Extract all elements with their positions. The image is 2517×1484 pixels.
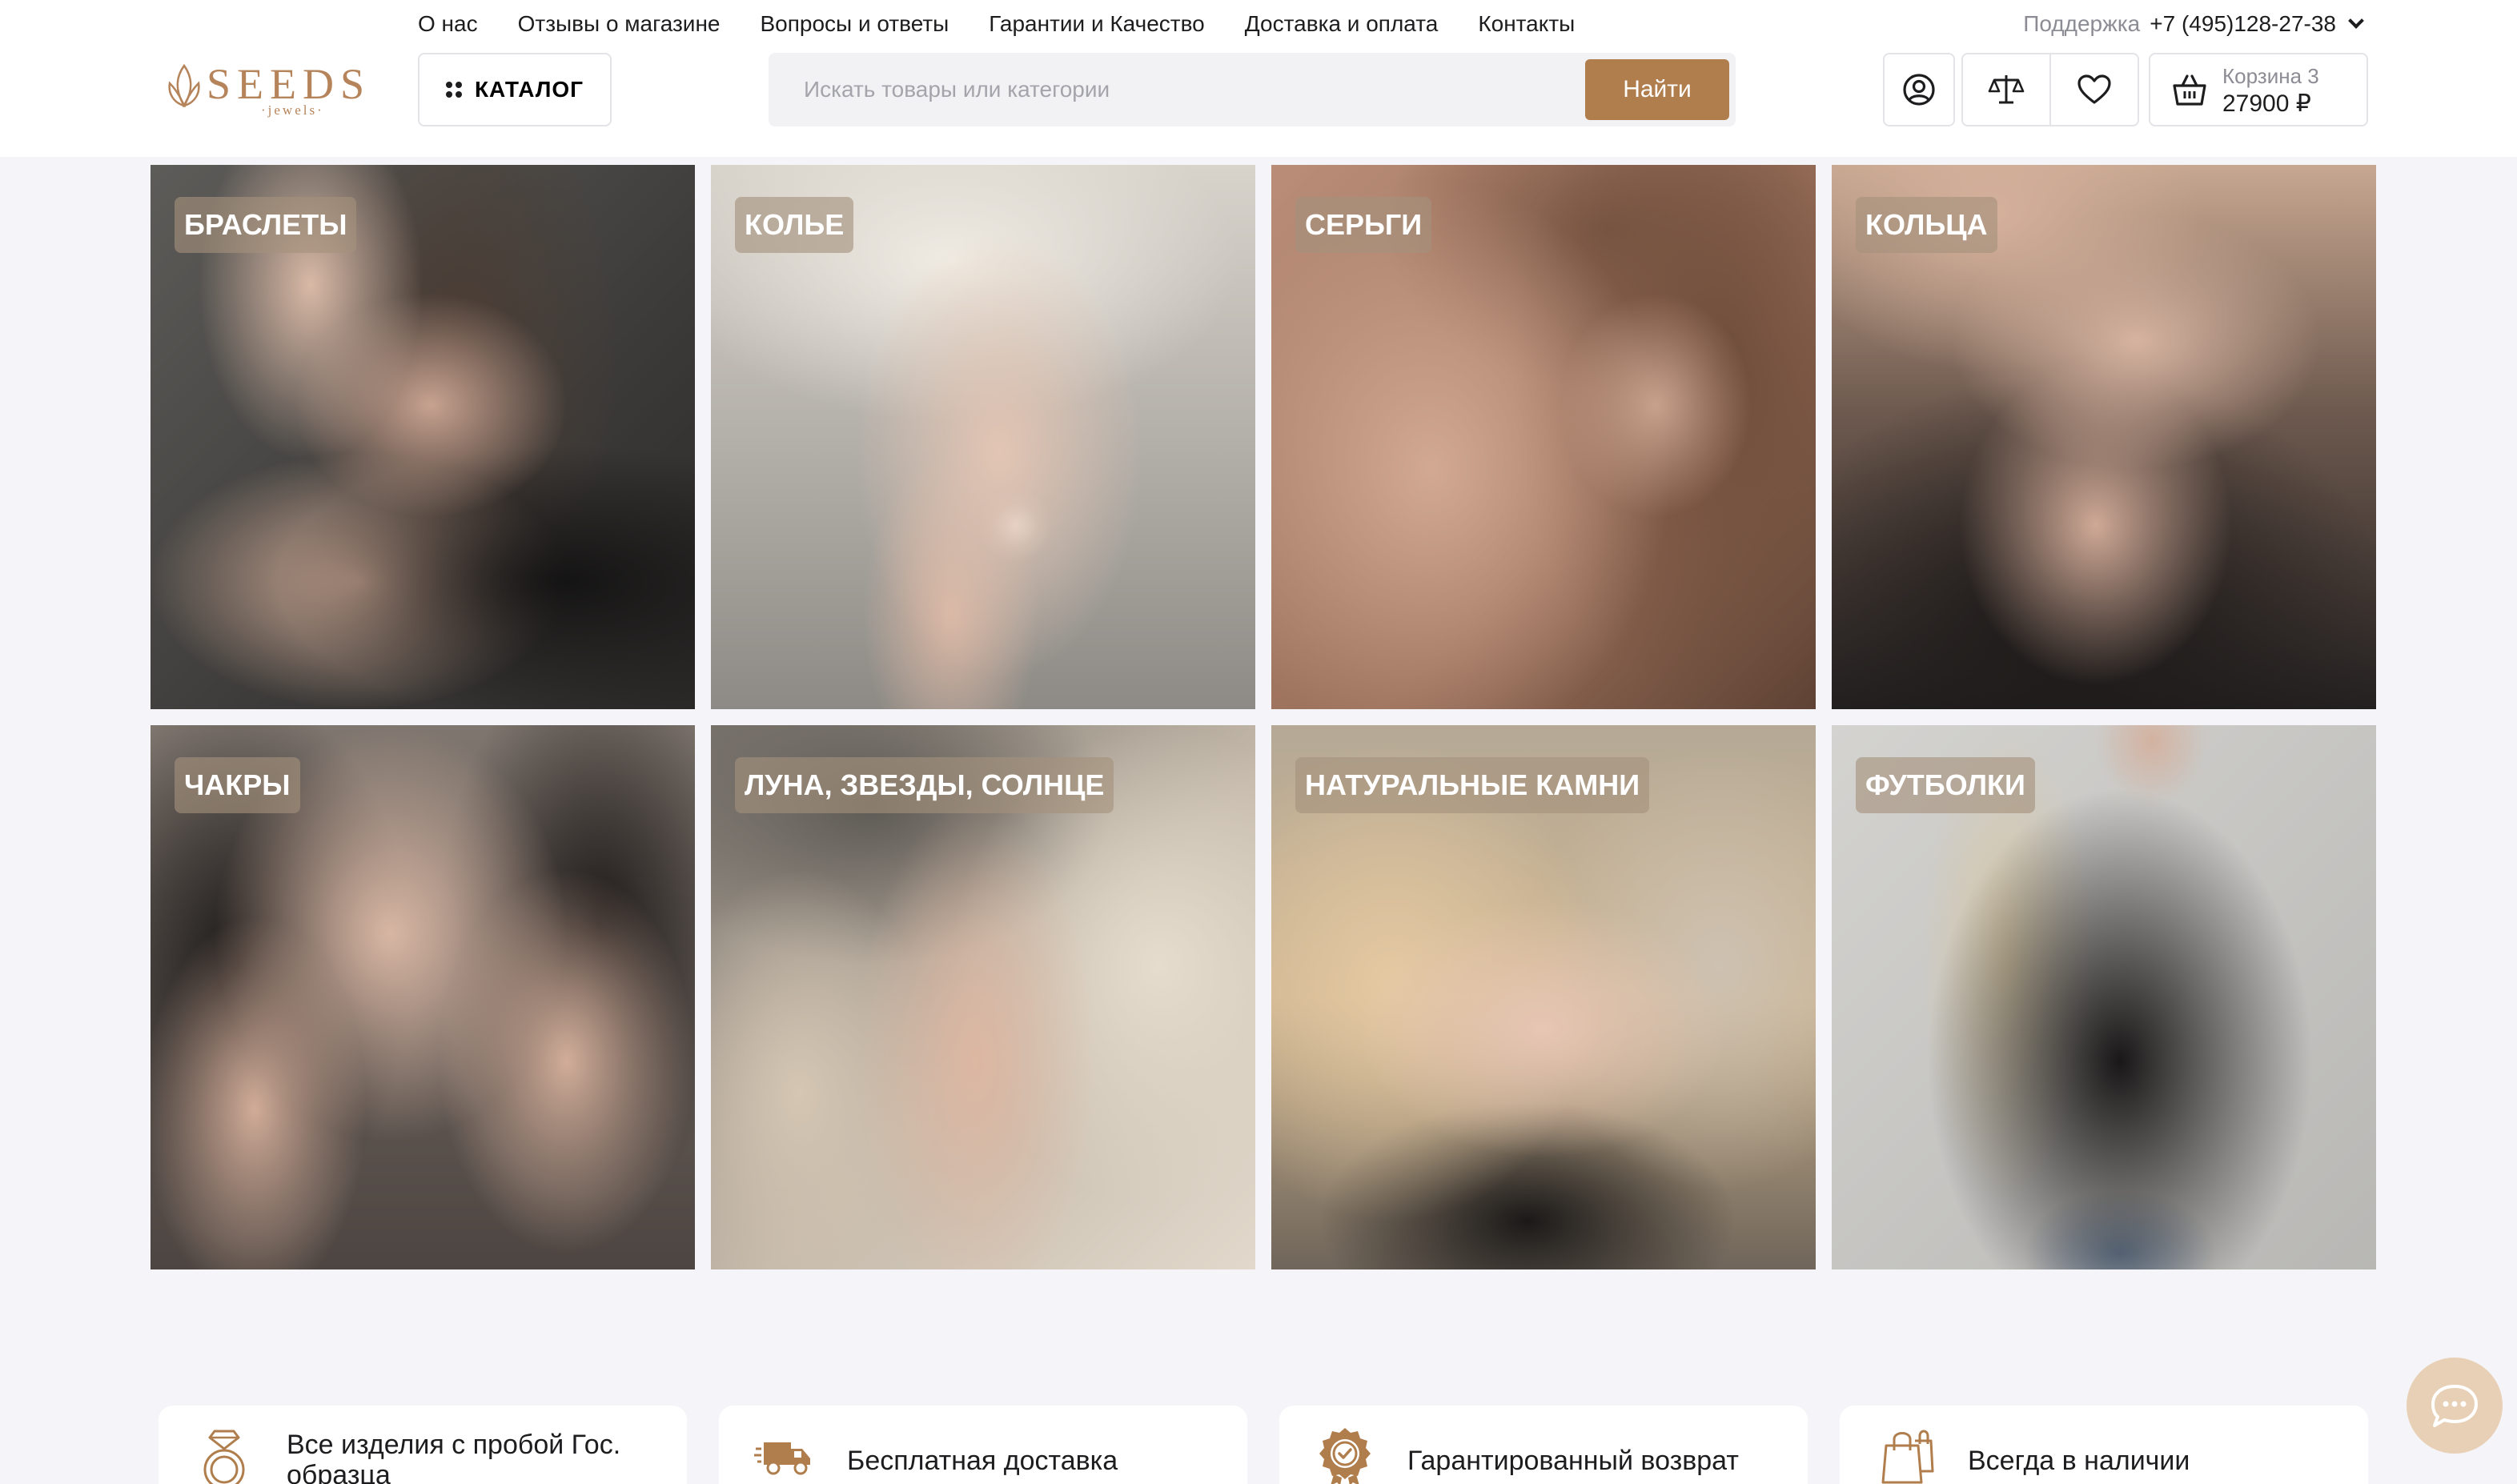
- category-label: БРАСЛЕТЫ: [175, 197, 357, 253]
- category-tile-rings[interactable]: КОЛЬЦА: [1832, 165, 2376, 709]
- basket-icon: [2173, 74, 2206, 106]
- chevron-down-icon[interactable]: [2348, 13, 2364, 29]
- scales-icon: [1988, 75, 2025, 104]
- profile-button[interactable]: [1883, 53, 1955, 126]
- nav-link-delivery[interactable]: Доставка и оплата: [1245, 10, 1439, 38]
- nav-link-about[interactable]: О нас: [418, 10, 478, 38]
- category-label: СЕРЬГИ: [1295, 197, 1432, 253]
- advantage-text: Все изделия с пробой Гос. образца: [287, 1430, 621, 1484]
- category-grid: БРАСЛЕТЫ КОЛЬЕ СЕРЬГИ КОЛЬЦА ЧАКРЫ ЛУНА,…: [151, 165, 2376, 1269]
- category-tile-bracelets[interactable]: БРАСЛЕТЫ: [151, 165, 695, 709]
- category-tile-chakras[interactable]: ЧАКРЫ: [151, 725, 695, 1269]
- category-label: ФУТБОЛКИ: [1856, 757, 2035, 813]
- advantage-card: Гарантированный возврат: [1279, 1406, 1808, 1484]
- truck-icon: [754, 1442, 810, 1475]
- support-dropdown[interactable]: Поддержка +7 (495)128-27-38: [2023, 10, 2364, 38]
- site-logo[interactable]: SEEDS ·jewels·: [165, 60, 376, 118]
- lotus-logo-icon: [168, 63, 200, 108]
- search-input[interactable]: [769, 53, 1577, 126]
- top-navigation: О нас Отзывы о магазине Вопросы и ответы…: [418, 10, 1575, 38]
- site-header: О нас Отзывы о магазине Вопросы и ответы…: [0, 0, 2517, 157]
- category-tile-moon-stars-sun[interactable]: ЛУНА, ЗВЕЗДЫ, СОЛНЦЕ: [711, 725, 1255, 1269]
- cart-count-label: Корзина 3: [2222, 64, 2319, 88]
- shopping-bag-icon: [1881, 1430, 1934, 1484]
- logo-wordmark: SEEDS: [207, 60, 371, 108]
- nav-link-contacts[interactable]: Контакты: [1478, 10, 1575, 38]
- category-label: ЧАКРЫ: [175, 757, 300, 813]
- support-phone[interactable]: +7 (495)128-27-38: [2150, 11, 2336, 37]
- advantages-bar: Все изделия с пробой Гос. образца Беспла…: [159, 1406, 2368, 1484]
- nav-link-reviews[interactable]: Отзывы о магазине: [518, 10, 721, 38]
- search-button[interactable]: Найти: [1585, 59, 1729, 120]
- advantage-card: Всегда в наличии: [1840, 1406, 2368, 1484]
- guarantee-badge-icon: [1319, 1428, 1371, 1484]
- cart-total: 27900 ₽: [2222, 90, 2311, 117]
- advantage-text: Бесплатная доставка: [847, 1446, 1118, 1476]
- user-icon: [1903, 74, 1935, 106]
- advantage-text: Гарантированный возврат: [1407, 1446, 1739, 1476]
- category-tile-natural-stones[interactable]: НАТУРАЛЬНЫЕ КАМНИ: [1271, 725, 1816, 1269]
- category-tile-earrings[interactable]: СЕРЬГИ: [1271, 165, 1816, 709]
- category-label: ЛУНА, ЗВЕЗДЫ, СОЛНЦЕ: [735, 757, 1114, 813]
- catalog-button[interactable]: КАТАЛОГ: [418, 53, 612, 126]
- chat-bubble-icon: [2431, 1385, 2478, 1427]
- advantage-text: Всегда в наличии: [1968, 1446, 2190, 1476]
- category-tile-necklaces[interactable]: КОЛЬЕ: [711, 165, 1255, 709]
- nav-link-guarantees[interactable]: Гарантии и Качество: [989, 10, 1204, 38]
- favorites-button[interactable]: [2049, 53, 2139, 126]
- category-label: КОЛЬЕ: [735, 197, 854, 253]
- catalog-button-label: КАТАЛОГ: [474, 77, 584, 102]
- advantage-card: Все изделия с пробой Гос. образца: [159, 1406, 687, 1484]
- nav-link-faq[interactable]: Вопросы и ответы: [760, 10, 949, 38]
- ring-icon: [203, 1430, 245, 1484]
- catalog-grid-icon: [445, 82, 462, 98]
- advantage-card: Бесплатная доставка: [719, 1406, 1247, 1484]
- chat-widget-button[interactable]: [2407, 1358, 2503, 1454]
- category-tile-tshirts[interactable]: ФУТБОЛКИ: [1832, 725, 2376, 1269]
- category-label: КОЛЬЦА: [1856, 197, 1997, 253]
- compare-button[interactable]: [1961, 53, 2051, 126]
- search-bar: Найти: [769, 53, 1736, 126]
- heart-icon: [2077, 74, 2111, 104]
- logo-subtitle: ·jewels·: [261, 102, 324, 118]
- category-label: НАТУРАЛЬНЫЕ КАМНИ: [1295, 757, 1650, 813]
- cart-button[interactable]: Корзина 3 27900 ₽: [2149, 53, 2368, 126]
- support-label: Поддержка: [2023, 11, 2141, 36]
